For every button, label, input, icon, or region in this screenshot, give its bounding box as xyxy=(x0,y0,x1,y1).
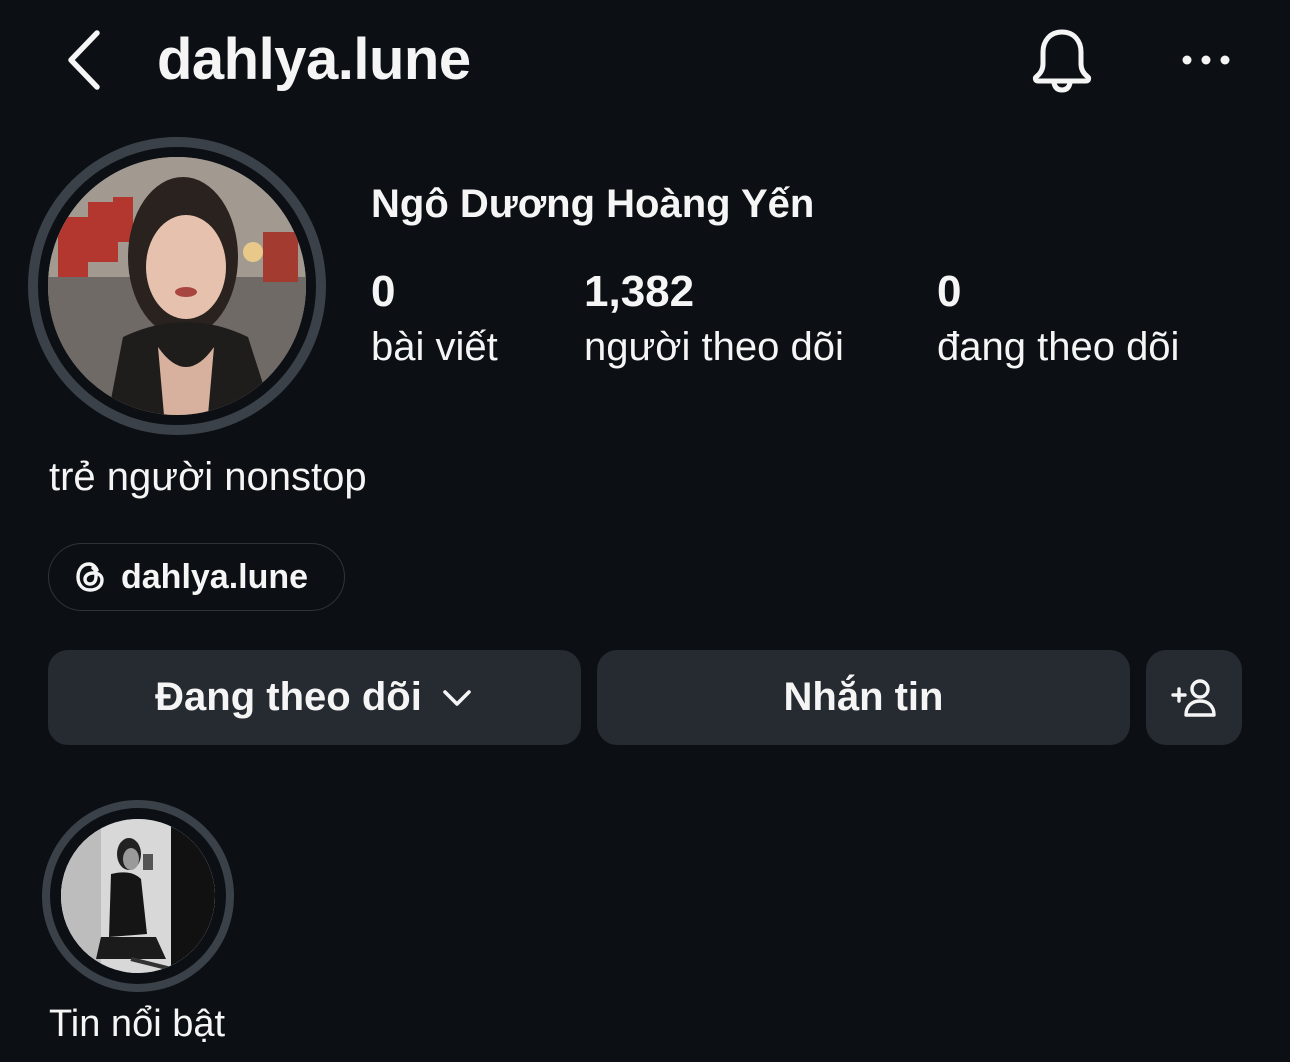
posts-stat[interactable]: 0 bài viết xyxy=(371,266,498,372)
profile-avatar[interactable] xyxy=(28,137,326,435)
add-user-button[interactable] xyxy=(1146,650,1242,745)
threads-link[interactable]: dahlya.lune xyxy=(48,543,345,611)
followers-stat[interactable]: 1,382 người theo dõi xyxy=(584,266,844,372)
following-label: đang theo dõi xyxy=(937,325,1180,369)
following-count: 0 xyxy=(937,267,962,316)
threads-icon xyxy=(73,560,107,594)
bell-icon xyxy=(1031,27,1093,93)
followers-label: người theo dõi xyxy=(584,325,844,369)
message-button-label: Nhắn tin xyxy=(783,675,944,719)
highlight-label: Tin nổi bật xyxy=(49,1003,226,1045)
chevron-down-icon xyxy=(440,681,474,715)
following-button-label: Đang theo dõi xyxy=(155,675,422,719)
chevron-left-icon xyxy=(66,29,102,91)
posts-label: bài viết xyxy=(371,325,498,369)
following-stat[interactable]: 0 đang theo dõi xyxy=(937,266,1179,372)
message-button[interactable]: Nhắn tin xyxy=(597,650,1130,745)
page-title: dahlya.lune xyxy=(157,27,471,92)
back-button[interactable] xyxy=(58,26,110,94)
profile-bio: trẻ người nonstop xyxy=(49,455,367,499)
more-options-button[interactable] xyxy=(1170,34,1242,86)
add-user-icon xyxy=(1170,678,1218,718)
following-button[interactable]: Đang theo dõi xyxy=(48,650,581,745)
posts-count: 0 xyxy=(371,267,396,316)
followers-count: 1,382 xyxy=(584,267,695,316)
more-horizontal-icon xyxy=(1181,54,1231,66)
threads-link-label: dahlya.lune xyxy=(121,558,309,596)
highlight-cover-image xyxy=(61,819,215,973)
avatar-image xyxy=(48,157,306,415)
notifications-button[interactable] xyxy=(1026,24,1098,96)
highlight-item[interactable] xyxy=(42,800,234,992)
profile-full-name: Ngô Dương Hoàng Yến xyxy=(371,182,815,226)
